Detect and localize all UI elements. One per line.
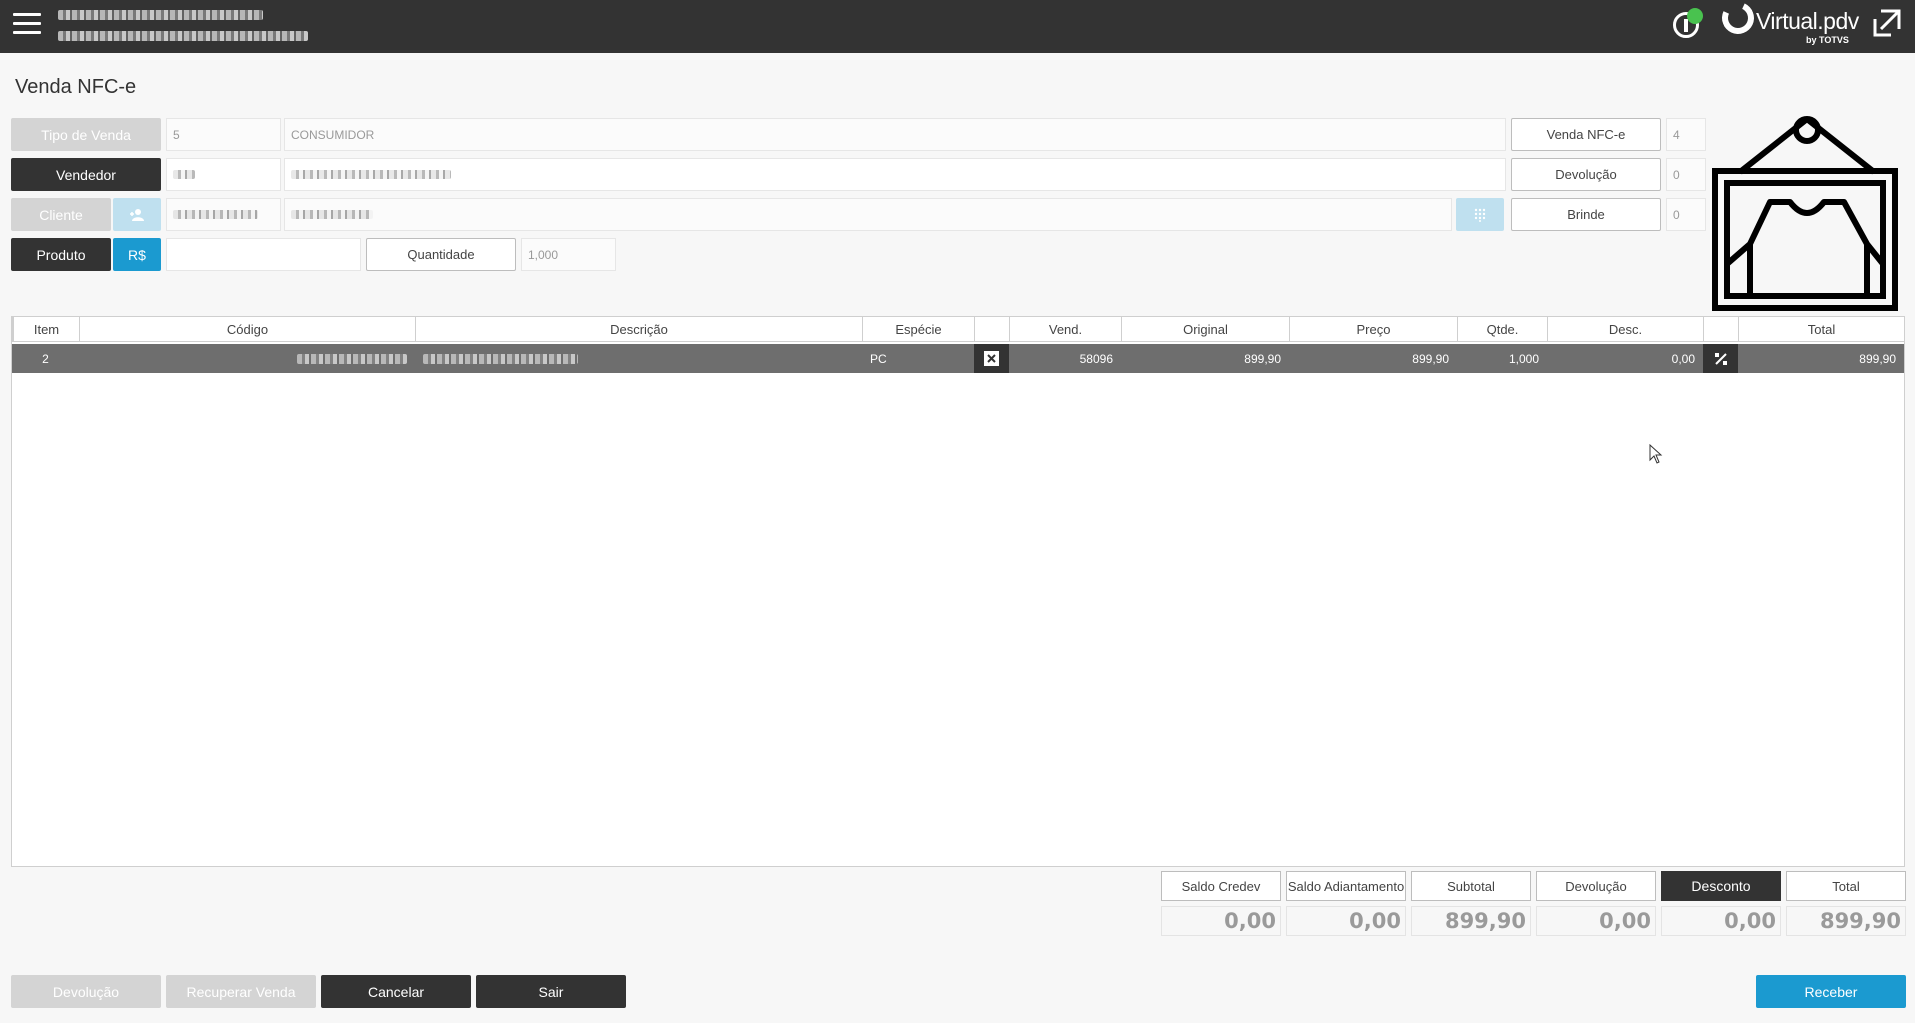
col-discount (1703, 317, 1738, 342)
keypad-button[interactable] (1456, 198, 1504, 231)
add-user-icon (130, 208, 144, 221)
col-remove (974, 317, 1009, 342)
recuperar-venda-button[interactable]: Recuperar Venda (166, 975, 316, 1008)
cliente-button[interactable]: Cliente (11, 198, 111, 231)
cancelar-button[interactable]: Cancelar (321, 975, 471, 1008)
discount-item-button[interactable] (1703, 344, 1738, 373)
col-codigo[interactable]: Código (79, 317, 415, 342)
col-descricao[interactable]: Descrição (415, 317, 862, 342)
sair-button[interactable]: Sair (476, 975, 626, 1008)
cell-qtde: 1,000 (1508, 351, 1539, 366)
logo-subtext: by TOTVS (1806, 35, 1849, 45)
tipo-venda-code-field[interactable]: 5 (166, 118, 281, 151)
col-qtde[interactable]: Qtde. (1457, 317, 1547, 342)
devolucao-total-value: 0,00 (1536, 906, 1656, 936)
close-icon (984, 351, 999, 366)
receber-button[interactable]: Receber (1756, 975, 1906, 1008)
logo-text: Virtual.pdv (1756, 8, 1859, 34)
table-header: Item Código Descrição Espécie Vend. Orig… (12, 317, 1904, 342)
subtotal-label: Subtotal (1411, 871, 1531, 901)
col-total[interactable]: Total (1738, 317, 1904, 342)
desconto-button[interactable]: Desconto (1661, 871, 1781, 901)
cell-codigo (79, 344, 415, 373)
currency-button[interactable]: R$ (113, 238, 161, 271)
vendedor-button[interactable]: Vendedor (11, 158, 161, 191)
cell-original: 899,90 (1244, 351, 1281, 366)
vendedor-code-field[interactable] (166, 158, 281, 191)
info-icon[interactable] (1671, 8, 1703, 40)
col-preco[interactable]: Preço (1289, 317, 1457, 342)
subtotal-value: 899,90 (1411, 906, 1531, 936)
cell-item: 2 (42, 351, 49, 366)
devolucao-total-label: Devolução (1536, 871, 1656, 901)
counter-venda-nfce-label: Venda NFC-e (1511, 118, 1661, 151)
percent-icon (1714, 352, 1727, 365)
total-label: Total (1786, 871, 1906, 901)
expand-icon[interactable] (1871, 7, 1903, 39)
cell-desc: 0,00 (1671, 351, 1695, 366)
desconto-value: 0,00 (1661, 906, 1781, 936)
top-bar: Virtual.pdv by TOTVS (0, 0, 1915, 53)
cell-especie: PC (870, 351, 887, 366)
cliente-code-field[interactable] (166, 198, 281, 231)
col-desc[interactable]: Desc. (1547, 317, 1703, 342)
produto-input[interactable] (166, 238, 361, 271)
saldo-credev-label: Saldo Credev (1161, 871, 1281, 901)
cliente-name-field (284, 198, 1452, 231)
saldo-adiantamento-value: 0,00 (1286, 906, 1406, 936)
tipo-venda-button[interactable]: Tipo de Venda (11, 118, 161, 151)
store-info-line-2 (58, 31, 308, 41)
counter-brinde-value: 0 (1666, 198, 1706, 231)
counter-brinde-label: Brinde (1511, 198, 1661, 231)
tipo-venda-desc-field: CONSUMIDOR (284, 118, 1506, 151)
status-dot (1687, 8, 1703, 24)
col-vend[interactable]: Vend. (1009, 317, 1121, 342)
virtual-pdv-logo: Virtual.pdv by TOTVS (1717, 0, 1859, 50)
total-value: 899,90 (1786, 906, 1906, 936)
menu-icon[interactable] (13, 13, 41, 35)
col-original[interactable]: Original (1121, 317, 1289, 342)
cell-total: 899,90 (1859, 351, 1896, 366)
saldo-adiantamento-label: Saldo Adiantamento (1286, 871, 1406, 901)
quantidade-button[interactable]: Quantidade (366, 238, 516, 271)
cell-descricao (415, 344, 862, 373)
counter-devolucao-label: Devolução (1511, 158, 1661, 191)
logo-mark-icon (1717, 0, 1759, 39)
store-info-line-1 (58, 10, 263, 20)
cell-preco: 899,90 (1412, 351, 1449, 366)
keypad-icon (1474, 208, 1486, 222)
devolucao-button[interactable]: Devolução (11, 975, 161, 1008)
col-item[interactable]: Item (12, 317, 79, 342)
saldo-credev-value: 0,00 (1161, 906, 1281, 936)
col-especie[interactable]: Espécie (862, 317, 974, 342)
produto-button[interactable]: Produto (11, 238, 111, 271)
mouse-cursor-icon (1649, 444, 1663, 464)
add-client-button[interactable] (113, 198, 161, 231)
counter-venda-nfce-value: 4 (1666, 118, 1706, 151)
counter-devolucao-value: 0 (1666, 158, 1706, 191)
remove-item-button[interactable] (974, 344, 1009, 373)
table-row[interactable]: 2 PC 58096 899,90 899,90 1,000 0,00 899,… (12, 344, 1904, 373)
vendedor-name-field (284, 158, 1506, 191)
items-table: Item Código Descrição Espécie Vend. Orig… (11, 316, 1905, 867)
page-title: Venda NFC-e (15, 76, 137, 98)
cell-vend: 58096 (1079, 351, 1113, 366)
product-hanger-icon (1712, 116, 1898, 311)
quantidade-input[interactable]: 1,000 (521, 238, 616, 271)
